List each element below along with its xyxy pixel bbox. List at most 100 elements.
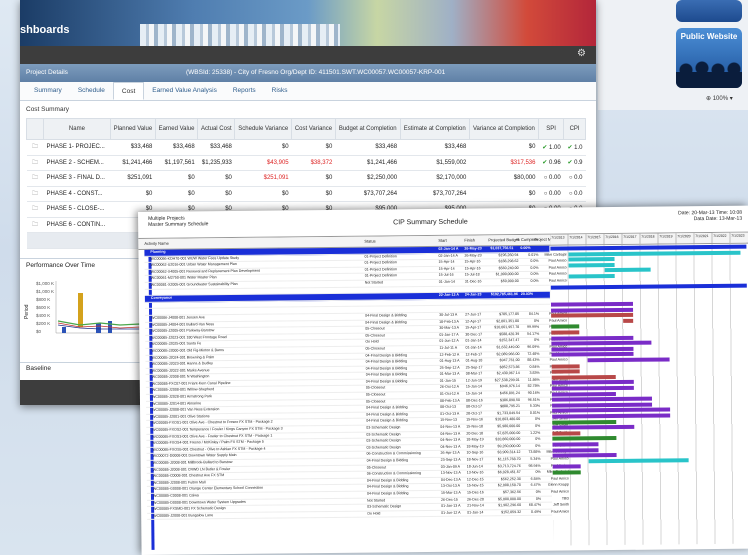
table-cell: 15-Apr-14 bbox=[438, 266, 455, 271]
column-header[interactable]: CPI bbox=[563, 118, 586, 140]
gantt-bar[interactable] bbox=[551, 330, 580, 335]
column-header[interactable]: Actual Cost bbox=[197, 118, 236, 140]
tab-reports[interactable]: Reports bbox=[225, 82, 264, 100]
table-row[interactable]: 🗀 PHASE 3 - FINAL D... $251,091 $0 $0 $251,09… bbox=[26, 170, 586, 187]
gantt-bar[interactable] bbox=[550, 301, 634, 307]
table-cell: 01-Project Definition bbox=[364, 253, 397, 259]
column-header[interactable]: Planned Value bbox=[109, 118, 156, 140]
tab-schedule[interactable]: Schedule bbox=[70, 82, 113, 100]
table-cell: 26-Dec-20 bbox=[467, 496, 484, 502]
tab-earned-value-analysis[interactable]: Earned Value Analysis bbox=[144, 82, 225, 100]
table-cell: 15-Jul-18 bbox=[464, 272, 480, 277]
table-row[interactable]: 🗀 PHASE 1- PROJEC... $33,468 $33,468 $33,468… bbox=[26, 139, 586, 156]
folder-icon[interactable]: 🗀 bbox=[26, 170, 44, 187]
gantt-bar[interactable] bbox=[551, 363, 580, 369]
gantt-bar[interactable] bbox=[568, 274, 615, 279]
table-cell: $0 bbox=[234, 186, 292, 202]
gantt-bar[interactable] bbox=[552, 413, 671, 419]
gantt-bar[interactable] bbox=[551, 340, 652, 346]
gantt-bar[interactable] bbox=[588, 458, 689, 464]
gantt-bar[interactable] bbox=[568, 250, 741, 257]
table-cell: $5,000,000.00 bbox=[498, 496, 522, 501]
gantt-bar[interactable] bbox=[551, 380, 634, 386]
table-cell: 26-Apr-13 A bbox=[440, 451, 460, 456]
gantt-bar[interactable] bbox=[587, 357, 670, 363]
tab-cost[interactable]: Cost bbox=[112, 82, 145, 100]
gantt-bar[interactable] bbox=[552, 447, 599, 453]
gantt-bar[interactable] bbox=[552, 425, 635, 430]
gantt-bar[interactable] bbox=[552, 464, 581, 470]
gantt-summary-bar[interactable] bbox=[550, 283, 747, 290]
tab-summary[interactable]: Summary bbox=[26, 82, 70, 100]
gantt-bar[interactable] bbox=[551, 369, 580, 374]
gantt-bar[interactable] bbox=[568, 257, 615, 262]
gantt-bar[interactable] bbox=[552, 470, 581, 475]
table-cell: 01-Project Definition bbox=[364, 273, 398, 279]
table-cell: 15-Apr-14 bbox=[438, 259, 455, 265]
gantt-bar[interactable] bbox=[551, 335, 634, 341]
dark-toolbar: ⚙ bbox=[20, 46, 596, 64]
gantt-bar[interactable] bbox=[551, 391, 616, 397]
table-cell bbox=[365, 300, 443, 301]
gantt-bar[interactable] bbox=[568, 262, 615, 268]
table-cell: $73,707,264 bbox=[400, 186, 470, 202]
table-cell: 15-Dec-16 bbox=[466, 490, 484, 495]
report-date: Date: 20-Mar-13 Time: 10:08 Data Date: 13… bbox=[678, 209, 743, 223]
column-header[interactable]: Earned Value bbox=[154, 118, 199, 140]
table-cell: 05-Closeout bbox=[365, 399, 386, 404]
gantt-bar[interactable] bbox=[552, 407, 671, 414]
folder-icon[interactable]: 🗀 bbox=[26, 155, 44, 171]
project-details-bar: Project Details (WBSId: 25338) - City of… bbox=[20, 64, 596, 82]
top-tile-image[interactable] bbox=[676, 0, 742, 22]
column-header[interactable]: Cost Variance bbox=[291, 118, 336, 140]
gantt-bar[interactable] bbox=[552, 436, 617, 442]
public-website-tile[interactable]: Public Website bbox=[676, 28, 742, 88]
folder-icon[interactable]: 🗀 bbox=[26, 186, 44, 202]
gantt-bar[interactable] bbox=[551, 324, 580, 330]
folder-icon[interactable]: 🗀 bbox=[26, 201, 44, 218]
gear-icon[interactable]: ⚙ bbox=[577, 48, 586, 59]
table-row[interactable]: 🗀 PHASE 2 - SCHEM... $1,241,466 $1,197,561 $… bbox=[26, 155, 586, 171]
folder-icon[interactable]: 🗀 bbox=[26, 217, 44, 233]
page-title: shboards bbox=[20, 24, 70, 36]
column-header[interactable]: Estimate at Completion bbox=[399, 118, 470, 140]
table-cell: On Hold bbox=[367, 511, 381, 516]
table-cell: $43,905 bbox=[234, 155, 292, 171]
column-header[interactable]: SPI bbox=[537, 118, 565, 140]
gantt-bar[interactable] bbox=[552, 453, 617, 458]
gantt-bar[interactable] bbox=[551, 346, 634, 352]
column-header[interactable]: Budget at Completion bbox=[334, 118, 401, 140]
gantt-bar[interactable] bbox=[552, 419, 617, 425]
table-cell: 15-Apr-17 bbox=[465, 325, 482, 330]
gantt-bar[interactable] bbox=[552, 402, 653, 408]
column-header[interactable]: Name bbox=[43, 118, 111, 140]
table-cell: 18-Feb-13 A bbox=[439, 319, 459, 324]
table-cell: $1,733,049.54 bbox=[497, 410, 521, 416]
table-cell: $386,890.50 bbox=[499, 397, 521, 402]
gantt-bar[interactable] bbox=[552, 431, 581, 436]
table-row[interactable]: 🗀 PHASE 4 - CONST... $0 $0 $0 $0 $0 $73,707,264… bbox=[26, 186, 586, 202]
zoom-level[interactable]: ⊕ 100% ▾ bbox=[706, 95, 733, 102]
column-header[interactable]: Schedule Variance bbox=[234, 118, 293, 140]
column-header[interactable]: Variance at Completion bbox=[468, 118, 539, 140]
gantt-bar[interactable] bbox=[623, 318, 634, 323]
folder-icon[interactable]: 🗀 bbox=[26, 139, 44, 156]
table-cell: 01-Jan-14 bbox=[438, 279, 455, 284]
gantt-bar[interactable] bbox=[551, 352, 634, 358]
table-cell: $1,632,449.00 bbox=[496, 344, 520, 350]
month-label: 7/1/2018 bbox=[641, 234, 655, 239]
table-cell: 26-May-23 bbox=[464, 252, 482, 258]
table-cell: $562,252.30 bbox=[500, 476, 521, 481]
table-cell: 01-Mar-13 A bbox=[439, 371, 460, 377]
index-value: 0.0 bbox=[574, 175, 583, 182]
table-cell: $1,559,002 bbox=[400, 155, 470, 171]
tab-risks[interactable]: Risks bbox=[264, 82, 296, 100]
gantt-bar[interactable] bbox=[551, 374, 616, 380]
gantt-bar[interactable] bbox=[604, 268, 651, 273]
gantt-bar[interactable] bbox=[551, 385, 634, 391]
gantt-bar[interactable] bbox=[552, 442, 599, 447]
gantt-bar[interactable] bbox=[551, 307, 634, 313]
gantt-bar[interactable] bbox=[551, 313, 634, 318]
table-cell: 15-Apr-16 bbox=[464, 266, 481, 271]
gantt-bar[interactable] bbox=[551, 396, 653, 402]
